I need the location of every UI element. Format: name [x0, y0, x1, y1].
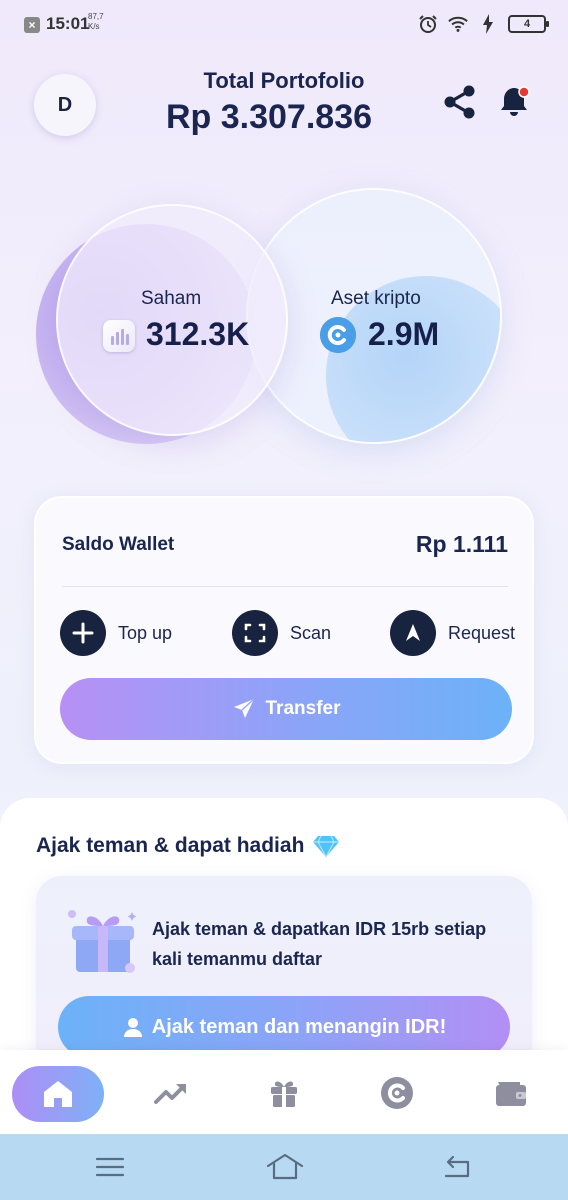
topup-label: Top up	[118, 622, 173, 643]
crypto-label: Aset kripto	[331, 288, 421, 309]
transfer-label: Transfer	[265, 698, 341, 719]
bell-icon	[501, 86, 530, 116]
asset-bubbles: Saham 312.3K Aset kripto 2.9M	[0, 180, 568, 480]
notification-button[interactable]	[496, 82, 534, 120]
status-icons: 4	[418, 14, 549, 34]
referral-title-text: Ajak teman & dapat hadiah	[36, 834, 305, 857]
wallet-title: Saldo Wallet	[62, 534, 175, 555]
home-icon	[44, 1081, 72, 1107]
stock-label: Saham	[141, 288, 202, 309]
stock-value: 312.3K	[146, 316, 250, 352]
request-button[interactable]: Request	[390, 610, 515, 656]
battery-level: 4	[523, 18, 531, 30]
system-navigation-bar	[0, 1134, 568, 1200]
net-speed: 87,7 K/s	[88, 12, 104, 32]
tab-wallet[interactable]	[486, 1068, 536, 1118]
topup-button[interactable]: Top up	[60, 610, 172, 656]
net-speed-value: 87,7	[88, 12, 104, 21]
scan-icon	[232, 610, 278, 656]
wallet-balance: Rp 1.111	[415, 531, 508, 557]
charging-icon	[478, 14, 498, 34]
chart-bar-icon	[103, 320, 135, 352]
total-portfolio-label: Total Portofolio	[203, 68, 365, 93]
trending-up-icon	[154, 1084, 186, 1104]
send-icon	[233, 698, 255, 718]
crypto-coin-icon	[381, 1077, 413, 1109]
status-time: 15:01	[46, 14, 90, 33]
scan-label: Scan	[290, 622, 332, 643]
request-label: Request	[448, 622, 516, 643]
battery-icon: 4	[508, 15, 549, 33]
divider	[62, 586, 508, 587]
request-arrow-icon	[390, 610, 436, 656]
plus-icon	[60, 610, 106, 656]
net-speed-unit: K/s	[88, 22, 100, 31]
invite-friends-button[interactable]: Ajak teman dan menangin IDR!	[58, 996, 510, 1058]
status-bar: × 15:01 87,7 K/s 4	[0, 0, 568, 52]
wallet-icon	[496, 1082, 526, 1106]
user-icon	[123, 1018, 142, 1037]
share-button[interactable]	[442, 84, 478, 120]
menu-button[interactable]	[94, 1152, 126, 1182]
crypto-value: 2.9M	[368, 316, 440, 352]
referral-description: Ajak teman & dapatkan IDR 15rb setiap ka…	[152, 919, 487, 969]
tab-home[interactable]	[12, 1066, 104, 1122]
gift-icon	[271, 1081, 297, 1107]
close-notification-icon: ×	[24, 17, 40, 33]
scan-button[interactable]: Scan	[232, 610, 331, 656]
crypto-coin-icon	[320, 317, 356, 353]
diamond-icon	[313, 835, 340, 858]
referral-card: Ajak teman & dapatkan IDR 15rb setiap ka…	[36, 876, 532, 1076]
share-icon	[444, 85, 475, 119]
invite-friends-label: Ajak teman dan menangin IDR!	[151, 1015, 447, 1038]
transfer-button[interactable]: Transfer	[60, 678, 512, 740]
back-icon	[444, 1155, 470, 1178]
system-home-button[interactable]	[266, 1152, 304, 1182]
referral-section-title: Ajak teman & dapat hadiah	[36, 834, 340, 858]
menu-icon	[95, 1157, 125, 1177]
referral-section: Ajak teman & dapat hadiah Ajak teman & d…	[0, 798, 568, 1076]
tab-crypto[interactable]	[372, 1068, 422, 1118]
home-outline-icon	[266, 1153, 304, 1180]
tab-rewards[interactable]	[259, 1068, 309, 1118]
tab-market[interactable]	[146, 1068, 196, 1118]
bottom-tab-bar	[0, 1050, 568, 1134]
alarm-icon	[418, 14, 438, 34]
wallet-card: Saldo Wallet Rp 1.111 Top up Scan Reques…	[34, 496, 534, 764]
back-button[interactable]	[440, 1152, 472, 1182]
gift-box-icon	[66, 904, 140, 978]
wifi-icon	[448, 14, 468, 34]
